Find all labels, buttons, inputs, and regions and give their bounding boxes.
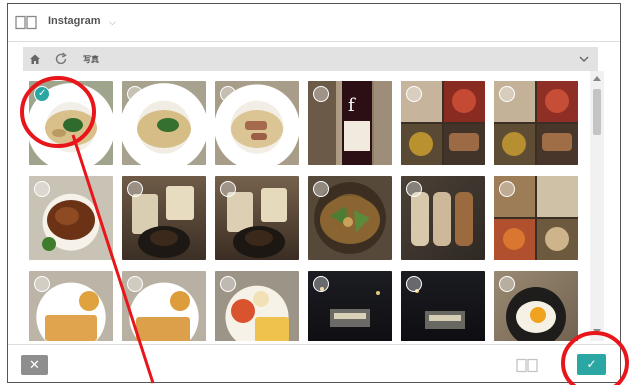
- source-title[interactable]: Instagram: [48, 15, 101, 27]
- photo-select-checkbox[interactable]: [313, 86, 329, 102]
- dialog-header: Instagram ⌵: [8, 4, 620, 42]
- book-icon: [516, 358, 538, 373]
- photo-thumbnail-fried-egg-pan[interactable]: [494, 271, 578, 341]
- close-button[interactable]: ✕: [21, 355, 48, 375]
- photo-thumbnail-toast[interactable]: [122, 271, 206, 341]
- photo-select-checkbox[interactable]: [313, 181, 329, 197]
- photo-select-checkbox[interactable]: [499, 86, 515, 102]
- home-icon[interactable]: [29, 53, 41, 65]
- photo-thumbnail-skewers[interactable]: [401, 176, 485, 260]
- photo-select-checkbox[interactable]: [406, 181, 422, 197]
- photo-thumbnail-night-scene[interactable]: [401, 271, 485, 341]
- photo-select-checkbox[interactable]: ✓: [34, 86, 50, 102]
- photo-select-checkbox[interactable]: [499, 276, 515, 292]
- photo-thumbnail-pasta[interactable]: [122, 81, 206, 165]
- photo-thumbnail-collage[interactable]: [494, 81, 578, 165]
- grid-scrollbar[interactable]: [590, 71, 604, 341]
- scrollbar-thumb[interactable]: [593, 89, 601, 135]
- photo-select-checkbox[interactable]: [34, 276, 50, 292]
- photo-select-checkbox[interactable]: [220, 181, 236, 197]
- photo-thumbnail-wine-bottle[interactable]: f: [308, 81, 392, 165]
- source-dropdown-caret[interactable]: ⌵: [109, 17, 116, 28]
- photo-select-checkbox[interactable]: [313, 276, 329, 292]
- photo-thumbnail-toast[interactable]: [29, 271, 113, 341]
- checkmark-icon: ✓: [38, 88, 47, 99]
- path-bar: 写真: [23, 47, 598, 71]
- photo-select-checkbox[interactable]: [499, 181, 515, 197]
- photo-select-checkbox[interactable]: [220, 276, 236, 292]
- photo-thumbnail-pasta[interactable]: ✓: [29, 81, 113, 165]
- photo-select-checkbox[interactable]: [127, 86, 143, 102]
- photo-select-checkbox[interactable]: [127, 276, 143, 292]
- photo-grid: ✓ f: [29, 81, 578, 341]
- dialog-footer: ✕ ✓: [8, 344, 620, 379]
- chevron-down-icon[interactable]: [579, 55, 589, 63]
- confirm-button[interactable]: ✓: [577, 354, 606, 375]
- photo-select-checkbox[interactable]: [406, 86, 422, 102]
- photo-select-checkbox[interactable]: [220, 86, 236, 102]
- photo-thumbnail-stew[interactable]: [308, 176, 392, 260]
- current-folder-label: 写真: [83, 55, 99, 64]
- photo-select-checkbox[interactable]: [34, 181, 50, 197]
- photo-thumbnail-grilled-meat[interactable]: [29, 176, 113, 260]
- scroll-down-arrow-icon[interactable]: [593, 329, 601, 335]
- photo-thumbnail-beer-glasses[interactable]: [215, 176, 299, 260]
- refresh-icon[interactable]: [54, 52, 68, 66]
- photo-thumbnail-night-scene[interactable]: [308, 271, 392, 341]
- photo-thumbnail-collage[interactable]: [494, 176, 578, 260]
- photo-thumbnail-collage[interactable]: [401, 81, 485, 165]
- photo-grid-viewport: ✓ f: [23, 71, 588, 341]
- book-icon: [15, 15, 37, 30]
- scroll-up-arrow-icon[interactable]: [593, 75, 601, 81]
- photo-thumbnail-pasta[interactable]: [215, 81, 299, 165]
- photo-select-checkbox[interactable]: [127, 181, 143, 197]
- photo-thumbnail-beer-glasses[interactable]: [122, 176, 206, 260]
- photo-select-checkbox[interactable]: [406, 276, 422, 292]
- photo-picker-dialog: Instagram ⌵ 写真 ✓ f ✕ ✓: [7, 3, 621, 383]
- photo-thumbnail-breakfast-plate[interactable]: [215, 271, 299, 341]
